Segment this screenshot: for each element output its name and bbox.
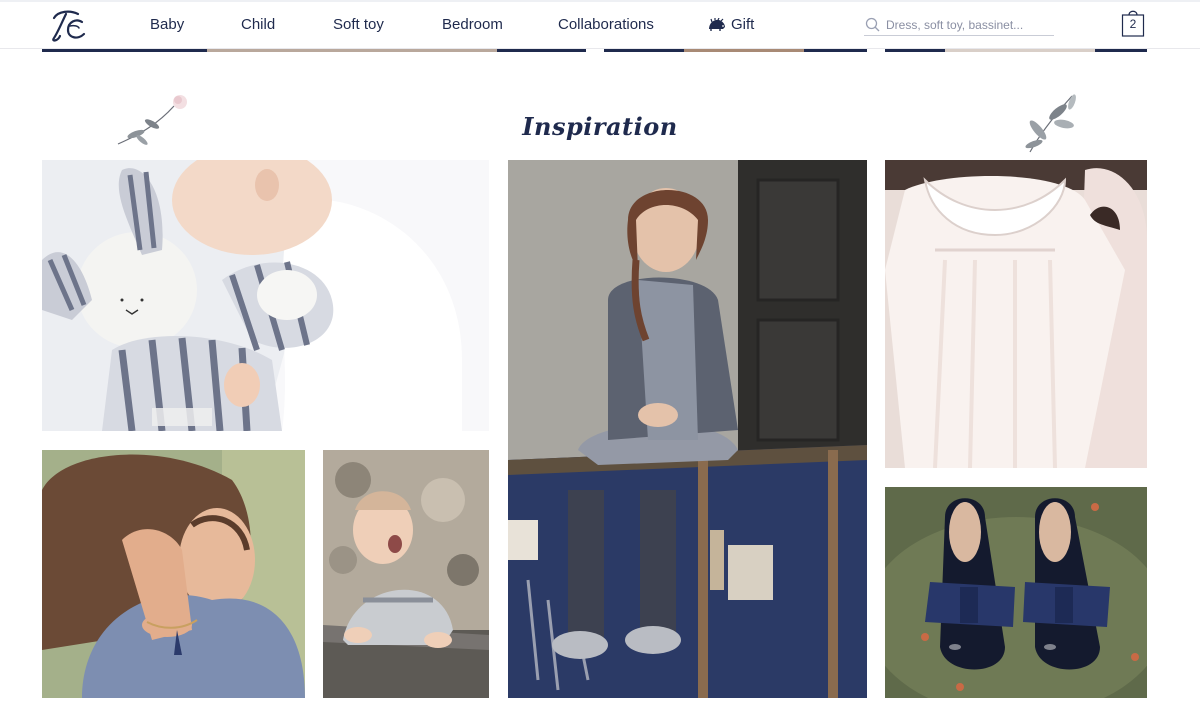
nav-soft-toy[interactable]: Soft toy [333,16,384,33]
image-baby-with-bunny[interactable] [42,160,489,431]
previous-image-edge [604,49,867,52]
cart-button[interactable]: 2 [1119,7,1147,39]
brand-logo[interactable] [48,8,88,44]
search-box [864,14,1054,36]
search-input[interactable] [886,17,1051,32]
nav-gift[interactable]: Gift [707,16,754,33]
previous-image-edge [885,49,1147,52]
image-girl-on-trunk[interactable] [508,160,867,698]
image-woman-with-bracelet[interactable] [42,450,305,698]
nav-gift-label: Gift [731,16,755,33]
nav-bedroom[interactable]: Bedroom [442,16,503,33]
image-laughing-baby[interactable] [323,450,489,698]
nav-child[interactable]: Child [241,16,275,33]
nav-baby[interactable]: Baby [150,16,184,33]
hedgehog-icon [709,17,725,31]
site-header: Baby Child Soft toy Bedroom Collaboratio… [0,2,1200,49]
image-white-dress[interactable] [885,160,1147,468]
nav-collaborations[interactable]: Collaborations [558,16,654,33]
image-navy-shoes[interactable] [885,487,1147,698]
section-title: Inspiration [522,112,678,141]
previous-image-edge [42,49,586,52]
search-icon[interactable] [864,16,882,34]
cart-count: 2 [1129,17,1137,31]
